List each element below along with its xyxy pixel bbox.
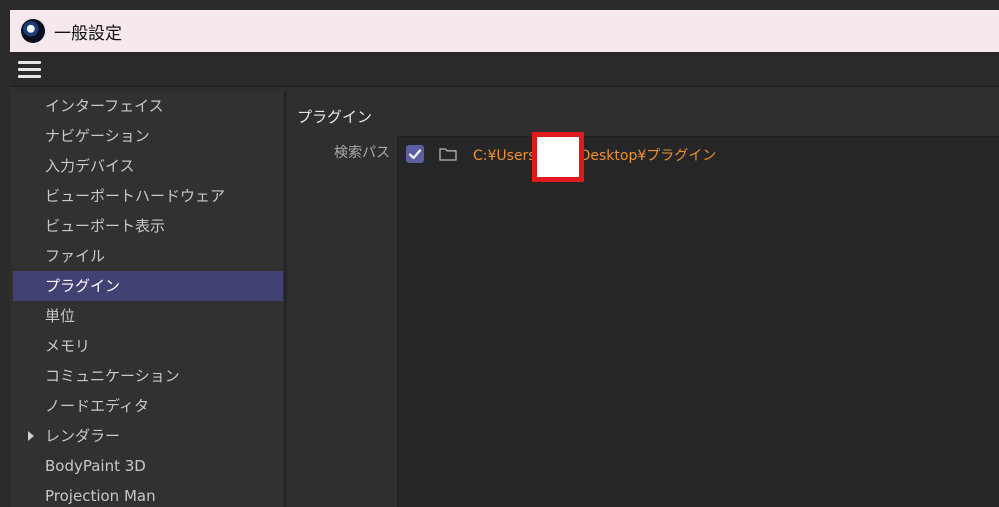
sidebar-item-projection-man[interactable]: Projection Man [13,481,283,507]
sidebar-item-memory[interactable]: メモリ [13,331,283,361]
folder-icon[interactable] [439,147,457,161]
sidebar-item-input-devices[interactable]: 入力デバイス [13,151,283,181]
path-enabled-checkbox[interactable] [406,145,424,163]
sidebar-item-label: 入力デバイス [45,157,135,175]
settings-content: プラグイン 検索パス C:¥Users Desktop¥プラグイン [287,91,999,507]
sidebar-item-label: Projection Man [45,487,156,505]
sidebar-item-bodypaint[interactable]: BodyPaint 3D [13,451,283,481]
sidebar-item-label: コミュニケーション [45,367,180,385]
search-path-list[interactable]: C:¥Users Desktop¥プラグイン [397,132,999,507]
toolbar [10,52,999,87]
section-title: プラグイン [297,108,373,126]
sidebar-item-label: ノードエディタ [45,397,149,415]
window-title: 一般設定 [54,23,122,44]
sidebar-item-label: ビューポートハードウェア [45,187,226,205]
checkmark-icon [408,149,422,160]
sidebar-item-communication[interactable]: コミュニケーション [13,361,283,391]
sidebar-item-files[interactable]: ファイル [13,241,283,271]
cinema4d-app-icon [21,19,45,43]
sidebar-item-units[interactable]: 単位 [13,301,283,331]
sidebar-item-label: インターフェイス [45,97,164,115]
settings-window: 一般設定 インターフェイス ナビゲーション 入力デバイス ビューポートハードウェ… [10,10,999,507]
sidebar-item-renderer[interactable]: レンダラー [13,421,283,451]
hamburger-menu-icon[interactable] [18,61,41,78]
path-text[interactable]: C:¥Users Desktop¥プラグイン [473,145,716,165]
expand-arrow-icon[interactable] [28,431,34,441]
sidebar-item-navigation[interactable]: ナビゲーション [13,121,283,151]
sidebar-item-label: メモリ [45,337,91,355]
settings-sidebar: インターフェイス ナビゲーション 入力デバイス ビューポートハードウェア ビュー… [13,91,283,507]
path-prefix: C:¥Users [473,148,536,164]
sidebar-item-label: プラグイン [45,277,121,295]
sidebar-item-viewport-display[interactable]: ビューポート表示 [13,211,283,241]
title-bar: 一般設定 [10,10,999,52]
search-path-label: 検索パス [334,145,390,161]
path-suffix: Desktop¥プラグイン [579,148,717,164]
sidebar-item-label: ナビゲーション [45,127,150,145]
sidebar-item-label: BodyPaint 3D [45,457,146,475]
path-row[interactable]: C:¥Users Desktop¥プラグイン [398,132,999,182]
redaction-box [532,132,584,182]
sidebar-item-node-editor[interactable]: ノードエディタ [13,391,283,421]
sidebar-item-viewport-hardware[interactable]: ビューポートハードウェア [13,181,283,211]
sidebar-item-label: ファイル [45,247,106,265]
sidebar-item-label: ビューポート表示 [45,217,166,235]
sidebar-item-label: 単位 [45,307,76,325]
sidebar-item-interface[interactable]: インターフェイス [13,91,283,121]
sidebar-item-label: レンダラー [45,427,121,445]
sidebar-item-plugins[interactable]: プラグイン [13,271,283,301]
